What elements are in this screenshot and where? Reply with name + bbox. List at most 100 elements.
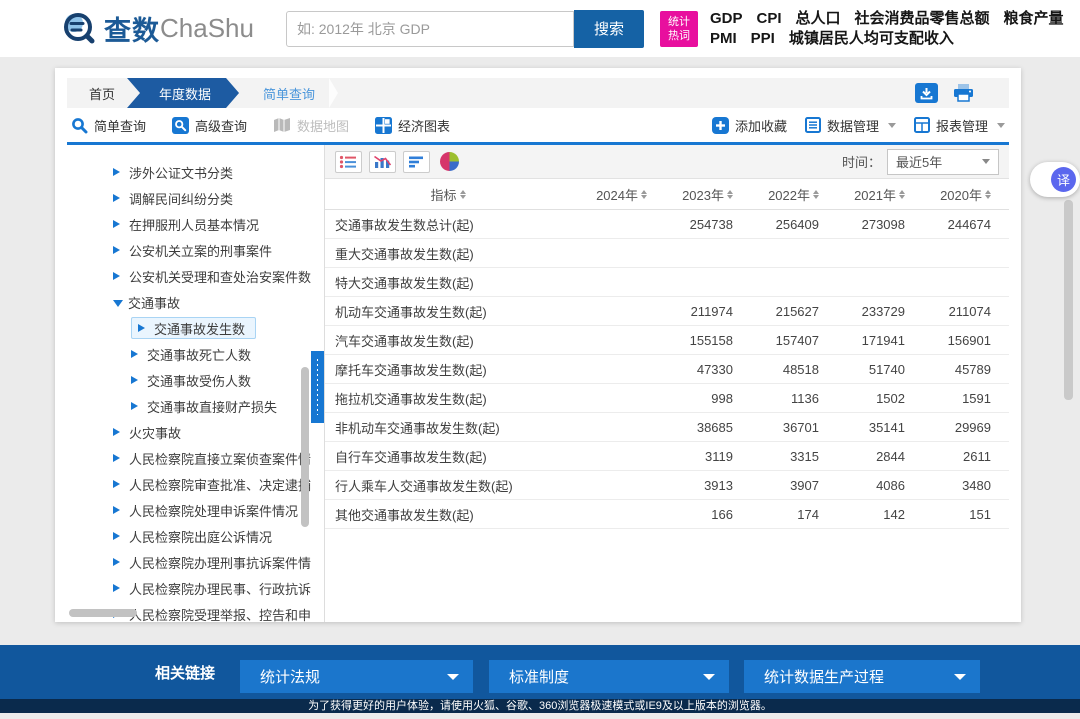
- triangle-right-icon[interactable]: [113, 532, 124, 540]
- sidebar-item-label: 人民检察院处理申诉案件情况: [129, 501, 298, 520]
- hot-word-link[interactable]: CPI: [756, 10, 781, 27]
- triangle-right-icon[interactable]: [113, 246, 124, 254]
- triangle-right-icon[interactable]: [113, 428, 124, 436]
- footer-dropdown-data-production[interactable]: 统计数据生产过程: [744, 660, 980, 693]
- hot-word-link[interactable]: 粮食产量: [1004, 10, 1064, 27]
- print-icon[interactable]: [952, 83, 975, 103]
- triangle-right-icon[interactable]: [113, 272, 124, 280]
- page-scrollbar[interactable]: [1064, 200, 1073, 400]
- bar-rank-view-icon[interactable]: [403, 151, 430, 173]
- sidebar-item[interactable]: 人民检察院审查批准、决定逮捕犯: [67, 471, 311, 497]
- sidebar-item[interactable]: 交通事故死亡人数: [67, 341, 311, 367]
- panel-splitter[interactable]: [311, 145, 324, 622]
- sidebar-item[interactable]: 调解民间纠纷分类: [67, 185, 311, 211]
- hot-word-link[interactable]: GDP: [710, 10, 743, 27]
- toolbar-advanced-query[interactable]: 高级查询: [172, 116, 247, 135]
- sidebar-item[interactable]: 公安机关受理和查处治安案件数: [67, 263, 311, 289]
- sidebar-item[interactable]: 人民检察院办理民事、行政抗诉案: [67, 575, 311, 601]
- tree-vertical-scrollbar[interactable]: [301, 367, 309, 527]
- triangle-right-icon[interactable]: [113, 168, 124, 176]
- footer-dropdown-standards[interactable]: 标准制度: [489, 660, 729, 693]
- indicator-cell: 自行车交通事故发生数(起): [325, 447, 571, 466]
- table-row[interactable]: 摩托车交通事故发生数(起)47330485185174045789: [325, 355, 1009, 384]
- footer-dropdown-statistics-regulations[interactable]: 统计法规: [240, 660, 473, 693]
- sidebar-item[interactable]: 交通事故受伤人数: [67, 367, 311, 393]
- value-cell: 48518: [743, 362, 829, 377]
- sidebar-item[interactable]: 交通事故发生数: [67, 315, 311, 341]
- table-row[interactable]: 行人乘车人交通事故发生数(起)3913390740863480: [325, 471, 1009, 500]
- translate-widget[interactable]: 译: [1030, 162, 1080, 197]
- sidebar-item[interactable]: 交通事故直接财产损失: [67, 393, 311, 419]
- sidebar-item[interactable]: 人民检察院出庭公诉情况: [67, 523, 311, 549]
- column-header-indicator[interactable]: 指标: [325, 185, 571, 204]
- sidebar-item[interactable]: 交通事故: [67, 289, 311, 315]
- bar-chart-view-icon[interactable]: [369, 151, 396, 173]
- column-header-year[interactable]: 2020年: [915, 185, 1001, 204]
- table-row[interactable]: 其他交通事故发生数(起)166174142151: [325, 500, 1009, 529]
- hot-word-link[interactable]: 社会消费品零售总额: [855, 10, 990, 27]
- tab-annual-data[interactable]: 年度数据: [127, 78, 239, 108]
- triangle-right-icon[interactable]: [131, 402, 142, 410]
- add-favorite-button[interactable]: 添加收藏: [712, 116, 787, 135]
- column-header-year[interactable]: 2022年: [743, 185, 829, 204]
- triangle-right-icon[interactable]: [131, 350, 142, 358]
- triangle-right-icon[interactable]: [138, 324, 149, 332]
- table-row[interactable]: 重大交通事故发生数(起): [325, 239, 1009, 268]
- tab-simple-query[interactable]: 简单查询: [239, 78, 327, 108]
- triangle-right-icon[interactable]: [113, 584, 124, 592]
- tree-horizontal-scrollbar[interactable]: [69, 609, 137, 617]
- value-cell: 3315: [743, 449, 829, 464]
- triangle-right-icon[interactable]: [113, 558, 124, 566]
- triangle-right-icon[interactable]: [131, 376, 142, 384]
- sidebar-item[interactable]: 公安机关立案的刑事案件: [67, 237, 311, 263]
- hot-word-link[interactable]: PMI: [710, 30, 737, 47]
- column-header-year[interactable]: 2023年: [657, 185, 743, 204]
- pie-chart-view-icon[interactable]: [440, 152, 459, 171]
- triangle-right-icon[interactable]: [113, 454, 124, 462]
- sidebar-item[interactable]: 火灾事故: [67, 419, 311, 445]
- value-cell: 211974: [657, 304, 743, 319]
- value-cell: 211074: [915, 304, 1001, 319]
- triangle-right-icon[interactable]: [113, 506, 124, 514]
- sidebar-item[interactable]: 人民检察院直接立案侦查案件情况: [67, 445, 311, 471]
- triangle-right-icon[interactable]: [113, 194, 124, 202]
- sidebar-item[interactable]: 人民检察院办理刑事抗诉案件情况: [67, 549, 311, 575]
- triangle-right-icon[interactable]: [113, 480, 124, 488]
- hot-word-link[interactable]: PPI: [751, 30, 775, 47]
- value-cell: 35141: [829, 420, 915, 435]
- hot-word-link[interactable]: 总人口: [796, 10, 841, 27]
- table-row[interactable]: 交通事故发生数总计(起)254738256409273098244674: [325, 210, 1009, 239]
- list-view-icon[interactable]: [335, 151, 362, 173]
- table-row[interactable]: 机动车交通事故发生数(起)211974215627233729211074: [325, 297, 1009, 326]
- toolbar-data-map[interactable]: 数据地图: [273, 116, 349, 135]
- table-row[interactable]: 特大交通事故发生数(起): [325, 268, 1009, 297]
- brand-logo[interactable]: 查数 ChaShu: [60, 9, 254, 48]
- search-input[interactable]: [286, 11, 574, 47]
- tab-home[interactable]: 首页: [67, 78, 137, 108]
- column-header-year[interactable]: 2024年: [571, 185, 657, 204]
- toolbar-simple-query[interactable]: 简单查询: [71, 116, 146, 135]
- download-icon[interactable]: [915, 83, 938, 103]
- report-manage-menu[interactable]: 报表管理: [914, 116, 1005, 135]
- table-row[interactable]: 非机动车交通事故发生数(起)38685367013514129969: [325, 413, 1009, 442]
- triangle-down-icon[interactable]: [113, 300, 123, 307]
- table-row[interactable]: 汽车交通事故发生数(起)155158157407171941156901: [325, 326, 1009, 355]
- table-row[interactable]: 拖拉机交通事故发生数(起)998113615021591: [325, 384, 1009, 413]
- translate-icon[interactable]: 译: [1051, 167, 1076, 192]
- plus-icon: [712, 117, 729, 134]
- sidebar-item[interactable]: 在押服刑人员基本情况: [67, 211, 311, 237]
- toolbar-economic-charts[interactable]: 经济图表: [375, 116, 450, 135]
- column-header-year[interactable]: 2021年: [829, 185, 915, 204]
- hot-word-link[interactable]: 城镇居民人均可支配收入: [789, 30, 954, 47]
- triangle-right-icon[interactable]: [113, 220, 124, 228]
- table-row[interactable]: 自行车交通事故发生数(起)3119331528442611: [325, 442, 1009, 471]
- search-button[interactable]: 搜索: [574, 10, 644, 48]
- sidebar-item[interactable]: 涉外公证文书分类: [67, 159, 311, 185]
- value-cell: 2844: [829, 449, 915, 464]
- data-manage-menu[interactable]: 数据管理: [805, 116, 896, 135]
- sidebar-item[interactable]: 人民检察院处理申诉案件情况: [67, 497, 311, 523]
- time-range-select[interactable]: 最近5年: [887, 149, 999, 175]
- value-cell: 151: [915, 507, 1001, 522]
- sidebar-item-label: 涉外公证文书分类: [129, 163, 233, 182]
- splitter-handle-icon[interactable]: [311, 351, 324, 423]
